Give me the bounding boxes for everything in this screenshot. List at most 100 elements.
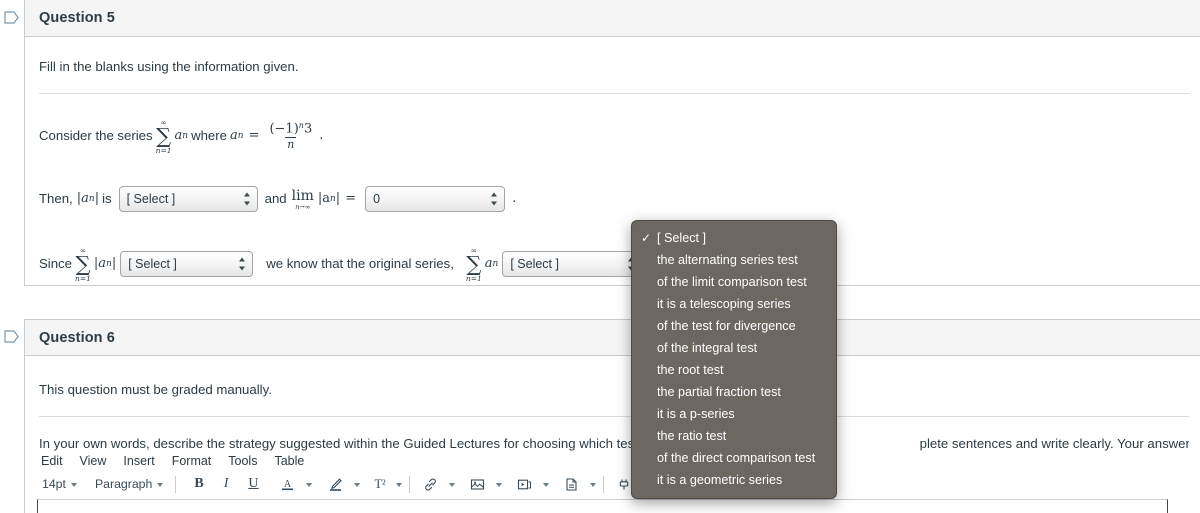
superscript-button[interactable]: T² xyxy=(370,473,391,495)
middle-clause: we know that the original series, xyxy=(266,256,454,272)
dropdown-option-4[interactable]: of the test for divergence xyxy=(632,315,836,337)
highlight-color-button[interactable] xyxy=(322,473,349,495)
series-term-subscript: n xyxy=(182,130,189,141)
numerator-base: (−1) xyxy=(269,121,299,137)
question-header-5: Question 5 xyxy=(25,0,1200,37)
menu-edit[interactable]: Edit xyxy=(41,454,63,468)
limit-subscript: n→∞ xyxy=(295,203,311,212)
menu-table[interactable]: Table xyxy=(274,454,304,468)
question-5-intro: Fill in the blanks using the information… xyxy=(39,59,299,74)
fraction-numerator: (−1)n3 xyxy=(267,121,314,137)
select-limit-value[interactable]: 0 xyxy=(365,185,506,212)
chevron-down-icon[interactable] xyxy=(495,483,502,487)
question-flag-icon[interactable] xyxy=(4,11,19,24)
page-root: Question 5 Fill in the blanks using the … xyxy=(0,0,1200,513)
question-title-6: Question 6 xyxy=(39,329,115,346)
toolbar-separator xyxy=(175,475,177,493)
dropdown-option-8[interactable]: it is a p-series xyxy=(632,403,836,425)
fraction: (−1)n3 n xyxy=(267,121,314,151)
select-dropdown-popup[interactable]: [ Select ] the alternating series test o… xyxy=(631,220,837,499)
highlight-pen-icon xyxy=(327,476,344,493)
then-lead: Then, xyxy=(39,191,73,207)
editor-text-area[interactable] xyxy=(37,499,1168,513)
select-wrapper-limit-value[interactable]: 0 xyxy=(365,185,506,212)
menu-format[interactable]: Format xyxy=(172,454,212,468)
where-word: where xyxy=(191,128,227,144)
series2-term: a xyxy=(484,256,493,272)
text-color-button[interactable]: A xyxy=(274,473,301,495)
question-flag-icon-6[interactable] xyxy=(4,330,19,343)
link-icon xyxy=(422,476,439,493)
dropdown-option-9[interactable]: the ratio test xyxy=(632,425,836,447)
menu-tools[interactable]: Tools xyxy=(228,454,257,468)
abs2-bar-close: | xyxy=(111,256,117,272)
dropdown-option-1[interactable]: the alternating series test xyxy=(632,249,836,271)
toolbar-separator-3 xyxy=(602,475,604,493)
question-body-5: Fill in the blanks using the information… xyxy=(25,37,1200,283)
chevron-down-icon[interactable] xyxy=(542,483,549,487)
chevron-down-icon[interactable] xyxy=(353,483,360,487)
numerator-tail: 3 xyxy=(303,121,313,137)
and-word: and xyxy=(264,191,287,207)
dropdown-option-10[interactable]: of the direct comparison test xyxy=(632,447,836,469)
sum-lower-limit: n=1 xyxy=(155,145,172,155)
select-wrapper-since[interactable]: [ Select ] xyxy=(120,250,254,277)
rich-text-editor: Edit View Insert Format Tools Table 14pt… xyxy=(25,450,1180,513)
question-header-6: Question 6 xyxy=(25,320,1200,356)
insert-image-button[interactable] xyxy=(464,473,491,495)
select-original-series-behavior[interactable]: [ Select ] xyxy=(502,250,643,277)
question-6-body-right: plete sentences and write clearly. Your … xyxy=(919,435,1189,451)
dropdown-option-0[interactable]: [ Select ] xyxy=(632,227,836,249)
abs2-variable: a xyxy=(98,256,107,272)
block-format-dropdown[interactable]: Paragraph xyxy=(90,473,168,495)
chevron-down-icon[interactable] xyxy=(589,483,596,487)
menu-insert[interactable]: Insert xyxy=(123,454,154,468)
block-format-label: Paragraph xyxy=(94,477,153,491)
fraction-denominator: n xyxy=(285,136,297,151)
dropdown-option-11[interactable]: it is a geometric series xyxy=(632,469,836,491)
bold-button[interactable]: B xyxy=(189,473,208,495)
sum2-lower-limit: n=1 xyxy=(75,273,91,283)
limit-operator: lim n→∞ xyxy=(292,189,314,212)
an-lhs: a xyxy=(230,128,238,144)
dropdown-option-2[interactable]: of the limit comparison test xyxy=(632,271,836,293)
editor-toolbar: 14pt Paragraph B I U A T² xyxy=(25,471,1180,499)
chevron-down-icon[interactable] xyxy=(395,483,402,487)
summation-symbol-2: ∞ ∑ n=1 xyxy=(75,247,91,283)
chevron-down-icon[interactable] xyxy=(305,483,312,487)
question-card-5: Question 5 Fill in the blanks using the … xyxy=(24,0,1200,286)
divider xyxy=(39,92,1189,94)
equals-sign: = xyxy=(248,128,260,144)
insert-media-button[interactable] xyxy=(511,473,538,495)
select-absolute-series-behavior[interactable]: [ Select ] xyxy=(120,250,254,277)
select-wrapper-original-series[interactable]: [ Select ] xyxy=(502,250,643,277)
series-term: a xyxy=(174,128,183,144)
select-absolute-value-behavior[interactable]: [ Select ] xyxy=(118,185,258,212)
select-wrapper-abs-is[interactable]: [ Select ] xyxy=(118,185,258,212)
image-icon xyxy=(469,476,486,493)
abs-variable: a xyxy=(81,191,89,207)
summation-symbol: ∞ ∑ n=1 xyxy=(156,119,172,155)
limit-abs-close: | xyxy=(335,191,341,207)
underline-button[interactable]: U xyxy=(243,473,263,495)
dropdown-option-6[interactable]: the root test xyxy=(632,359,836,381)
question-title-5: Question 5 xyxy=(39,10,115,26)
question-6-body-left: In your own words, describe the strategy… xyxy=(39,435,724,451)
absolute-value-line: Then, | a n | is [ Select ] and lim n→∞ |a n… xyxy=(39,184,1189,214)
equals-sign-2: = xyxy=(345,191,357,207)
font-size-dropdown[interactable]: 14pt xyxy=(37,473,82,495)
question-6-intro: This question must be graded manually. xyxy=(39,382,272,397)
media-icon xyxy=(516,476,533,493)
dropdown-option-7[interactable]: the partial fraction test xyxy=(632,381,836,403)
chevron-down-icon xyxy=(70,483,77,487)
svg-text:A: A xyxy=(283,479,291,490)
sigma-glyph: ∑ xyxy=(156,123,172,148)
insert-document-button[interactable] xyxy=(558,473,585,495)
dropdown-option-3[interactable]: it is a telescoping series xyxy=(632,293,836,315)
dropdown-option-5[interactable]: of the integral test xyxy=(632,337,836,359)
italic-button[interactable]: I xyxy=(219,473,234,495)
chevron-down-icon[interactable] xyxy=(448,483,455,487)
menu-view[interactable]: View xyxy=(80,454,107,468)
sigma-glyph-3: ∑ xyxy=(466,251,482,276)
insert-link-button[interactable] xyxy=(417,473,444,495)
